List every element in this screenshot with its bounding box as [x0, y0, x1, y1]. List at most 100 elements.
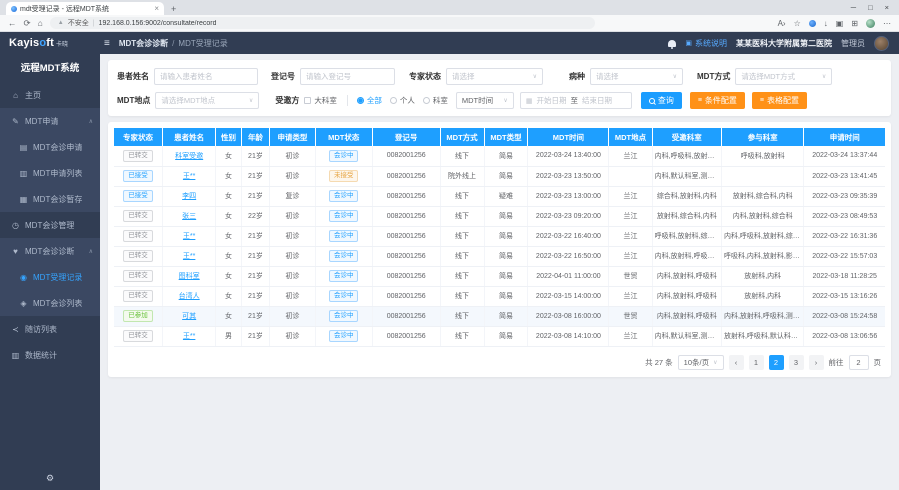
save-icon: ▦ [19, 195, 28, 204]
checkbox-big-department[interactable]: 大科室 [304, 95, 337, 106]
sidebar-item-8[interactable]: ◈MDT会诊列表 [0, 290, 100, 316]
mdt-type-cell: 简易 [484, 146, 528, 166]
patient-name-link[interactable]: 王** [183, 233, 195, 240]
url-input[interactable]: ▲ 不安全 | 192.168.0.156:9002/consultate/re… [50, 17, 595, 29]
radio-all[interactable]: 全部 [357, 95, 382, 106]
system-help-link[interactable]: ▣系统说明 [685, 38, 727, 49]
close-window-icon[interactable]: × [885, 3, 889, 12]
patient-name-link[interactable]: 台湾人 [179, 293, 200, 300]
new-tab-button[interactable]: + [171, 4, 176, 14]
collapse-sidebar-icon[interactable]: ≡ [104, 38, 110, 49]
date-range-input[interactable]: ▦ 开始日期 至 结束日期 [520, 92, 632, 109]
page-button-1[interactable]: 1 [749, 355, 764, 370]
apply-time-cell: 2022-03-23 08:49:53 [804, 206, 885, 226]
sidebar-item-4[interactable]: ▦ MDT会诊暂存 [0, 186, 100, 212]
column-header: 申请时间 [804, 128, 885, 146]
sidebar-item-5[interactable]: ◷MDT会诊管理 [0, 212, 100, 238]
user-avatar[interactable] [874, 36, 889, 51]
mdt-mode-select[interactable]: 请选择MDT方式∨ [735, 68, 832, 85]
read-aloud-icon[interactable]: A› [778, 19, 786, 28]
next-page-button[interactable]: › [809, 355, 824, 370]
favorite-star-icon[interactable]: ☆ [794, 19, 801, 28]
radio-department[interactable]: 科室 [423, 95, 448, 106]
sidebar-item-1[interactable]: ✎MDT申请∧ [0, 108, 100, 134]
collections-icon[interactable]: ▣ [836, 19, 844, 28]
sidebar-item-0[interactable]: ⌂主页 [0, 82, 100, 108]
page-size-select[interactable]: 10条/页∨ [678, 355, 724, 370]
column-header: 专家状态 [114, 128, 163, 146]
not-secure-icon: ▲ [58, 20, 64, 26]
gender-cell: 男 [216, 326, 241, 346]
downloads-icon[interactable]: ↓ [824, 19, 828, 28]
mdt-time-cell: 2022-03-08 16:00:00 [528, 306, 609, 326]
joined-departments-cell: 放射科,呼吸科,默认科室,测... [721, 326, 803, 346]
checkbox-icon [304, 97, 311, 104]
search-button[interactable]: 查询 [641, 92, 682, 109]
patient-name-link[interactable]: 图科室 [179, 273, 200, 280]
sidebar-item-10[interactable]: ▥数据统计 [0, 342, 100, 368]
mdt-time-select[interactable]: MDT时间∨ [456, 92, 514, 109]
url-divider: | [93, 20, 95, 27]
register-no-input[interactable] [300, 68, 395, 85]
patient-name-link[interactable]: 王** [183, 333, 195, 340]
sidebar-item-2[interactable]: ▤MDT会诊申请 [0, 134, 100, 160]
page-button-2[interactable]: 2 [769, 355, 784, 370]
sidebar-item-label: MDT会诊诊断 [25, 246, 74, 257]
age-cell: 21岁 [241, 326, 270, 346]
sidebar-item-3[interactable]: ▥MDT申请列表 [0, 160, 100, 186]
mdt-location-select[interactable]: 请选择MDT地点∨ [155, 92, 259, 109]
browser-profile-avatar[interactable] [866, 19, 875, 28]
mdt-mode-cell: 线下 [440, 266, 484, 286]
table-row: 已转交 王** 女 21岁 初诊 会诊中 0082001256 线下 简易 20… [114, 226, 885, 246]
table-header-row: 专家状态患者姓名性别年龄申请类型MDT状态登记号MDT方式MDT类型MDT时间M… [114, 128, 885, 146]
back-icon[interactable]: ← [8, 19, 17, 28]
mdt-location-label: MDT地点 [117, 95, 150, 106]
home-icon[interactable]: ⌂ [38, 19, 43, 28]
patient-name-link[interactable]: 可其 [182, 313, 196, 320]
invited-departments-cell: 内科,默认科室,测试科室 [652, 326, 721, 346]
tab-close-icon[interactable]: × [154, 4, 159, 13]
minimize-icon[interactable]: ─ [851, 3, 856, 12]
patient-name-link[interactable]: 张三 [182, 213, 196, 220]
restore-icon[interactable]: □ [868, 3, 873, 12]
mdt-mode-cell: 线下 [440, 246, 484, 266]
browser-tab[interactable]: mdt受理记录 - 远程MDT系统 × [6, 2, 164, 15]
chevron-down-icon: ∨ [822, 73, 826, 80]
mdt-type-cell: 简易 [484, 226, 528, 246]
expert-status-select[interactable]: 请选择∨ [446, 68, 543, 85]
apps-icon[interactable]: ⊞ [851, 19, 858, 28]
notification-bell-icon[interactable] [668, 40, 676, 47]
sidebar-item-7[interactable]: ◉MDT受理记录 [0, 264, 100, 290]
app-logo: Kayisoft 卡晓 [0, 37, 100, 49]
sidebar-item-6[interactable]: ♥MDT会诊诊断∧ [0, 238, 100, 264]
invited-departments-cell: 内科,默认科室,测试科室,放射科 [652, 166, 721, 186]
chevron-down-icon: ∨ [533, 73, 537, 80]
sidebar-item-9[interactable]: ≺随访列表 [0, 316, 100, 342]
expert-status-badge: 已转交 [123, 330, 153, 342]
settings-gear-icon[interactable]: ⚙ [0, 473, 100, 484]
mdt-time-cell: 2022-03-23 09:20:00 [528, 206, 609, 226]
patient-name-link[interactable]: 科室受邀 [175, 153, 203, 160]
goto-page-input[interactable] [849, 355, 869, 370]
disease-select[interactable]: 请选择∨ [590, 68, 683, 85]
condition-config-button[interactable]: ≡条件配置 [690, 92, 745, 109]
edit-icon: ✎ [11, 117, 20, 126]
prev-page-button[interactable]: ‹ [729, 355, 744, 370]
radio-personal[interactable]: 个人 [390, 95, 415, 106]
patient-name-link[interactable]: 王** [183, 253, 195, 260]
patient-name-input[interactable] [154, 68, 258, 85]
patient-name-link[interactable]: 王** [183, 173, 195, 180]
sidebar-item-label: MDT会诊暂存 [33, 194, 82, 205]
more-menu-icon[interactable]: ⋯ [883, 19, 891, 28]
gender-cell: 女 [216, 266, 241, 286]
gender-cell: 女 [216, 146, 241, 166]
mdt-location-cell: 世贸 [609, 306, 652, 326]
refresh-icon[interactable]: ⟳ [24, 19, 31, 28]
table-config-button[interactable]: ≡表格配置 [752, 92, 807, 109]
extension-icon[interactable] [809, 20, 816, 27]
pagination: 共 27 条 10条/页∨ ‹ 123 › 前往 页 [114, 347, 885, 373]
mdt-status-badge: 未接受 [329, 170, 359, 182]
page-button-3[interactable]: 3 [789, 355, 804, 370]
patient-name-link[interactable]: 李四 [182, 193, 196, 200]
mdt-mode-cell: 线下 [440, 186, 484, 206]
